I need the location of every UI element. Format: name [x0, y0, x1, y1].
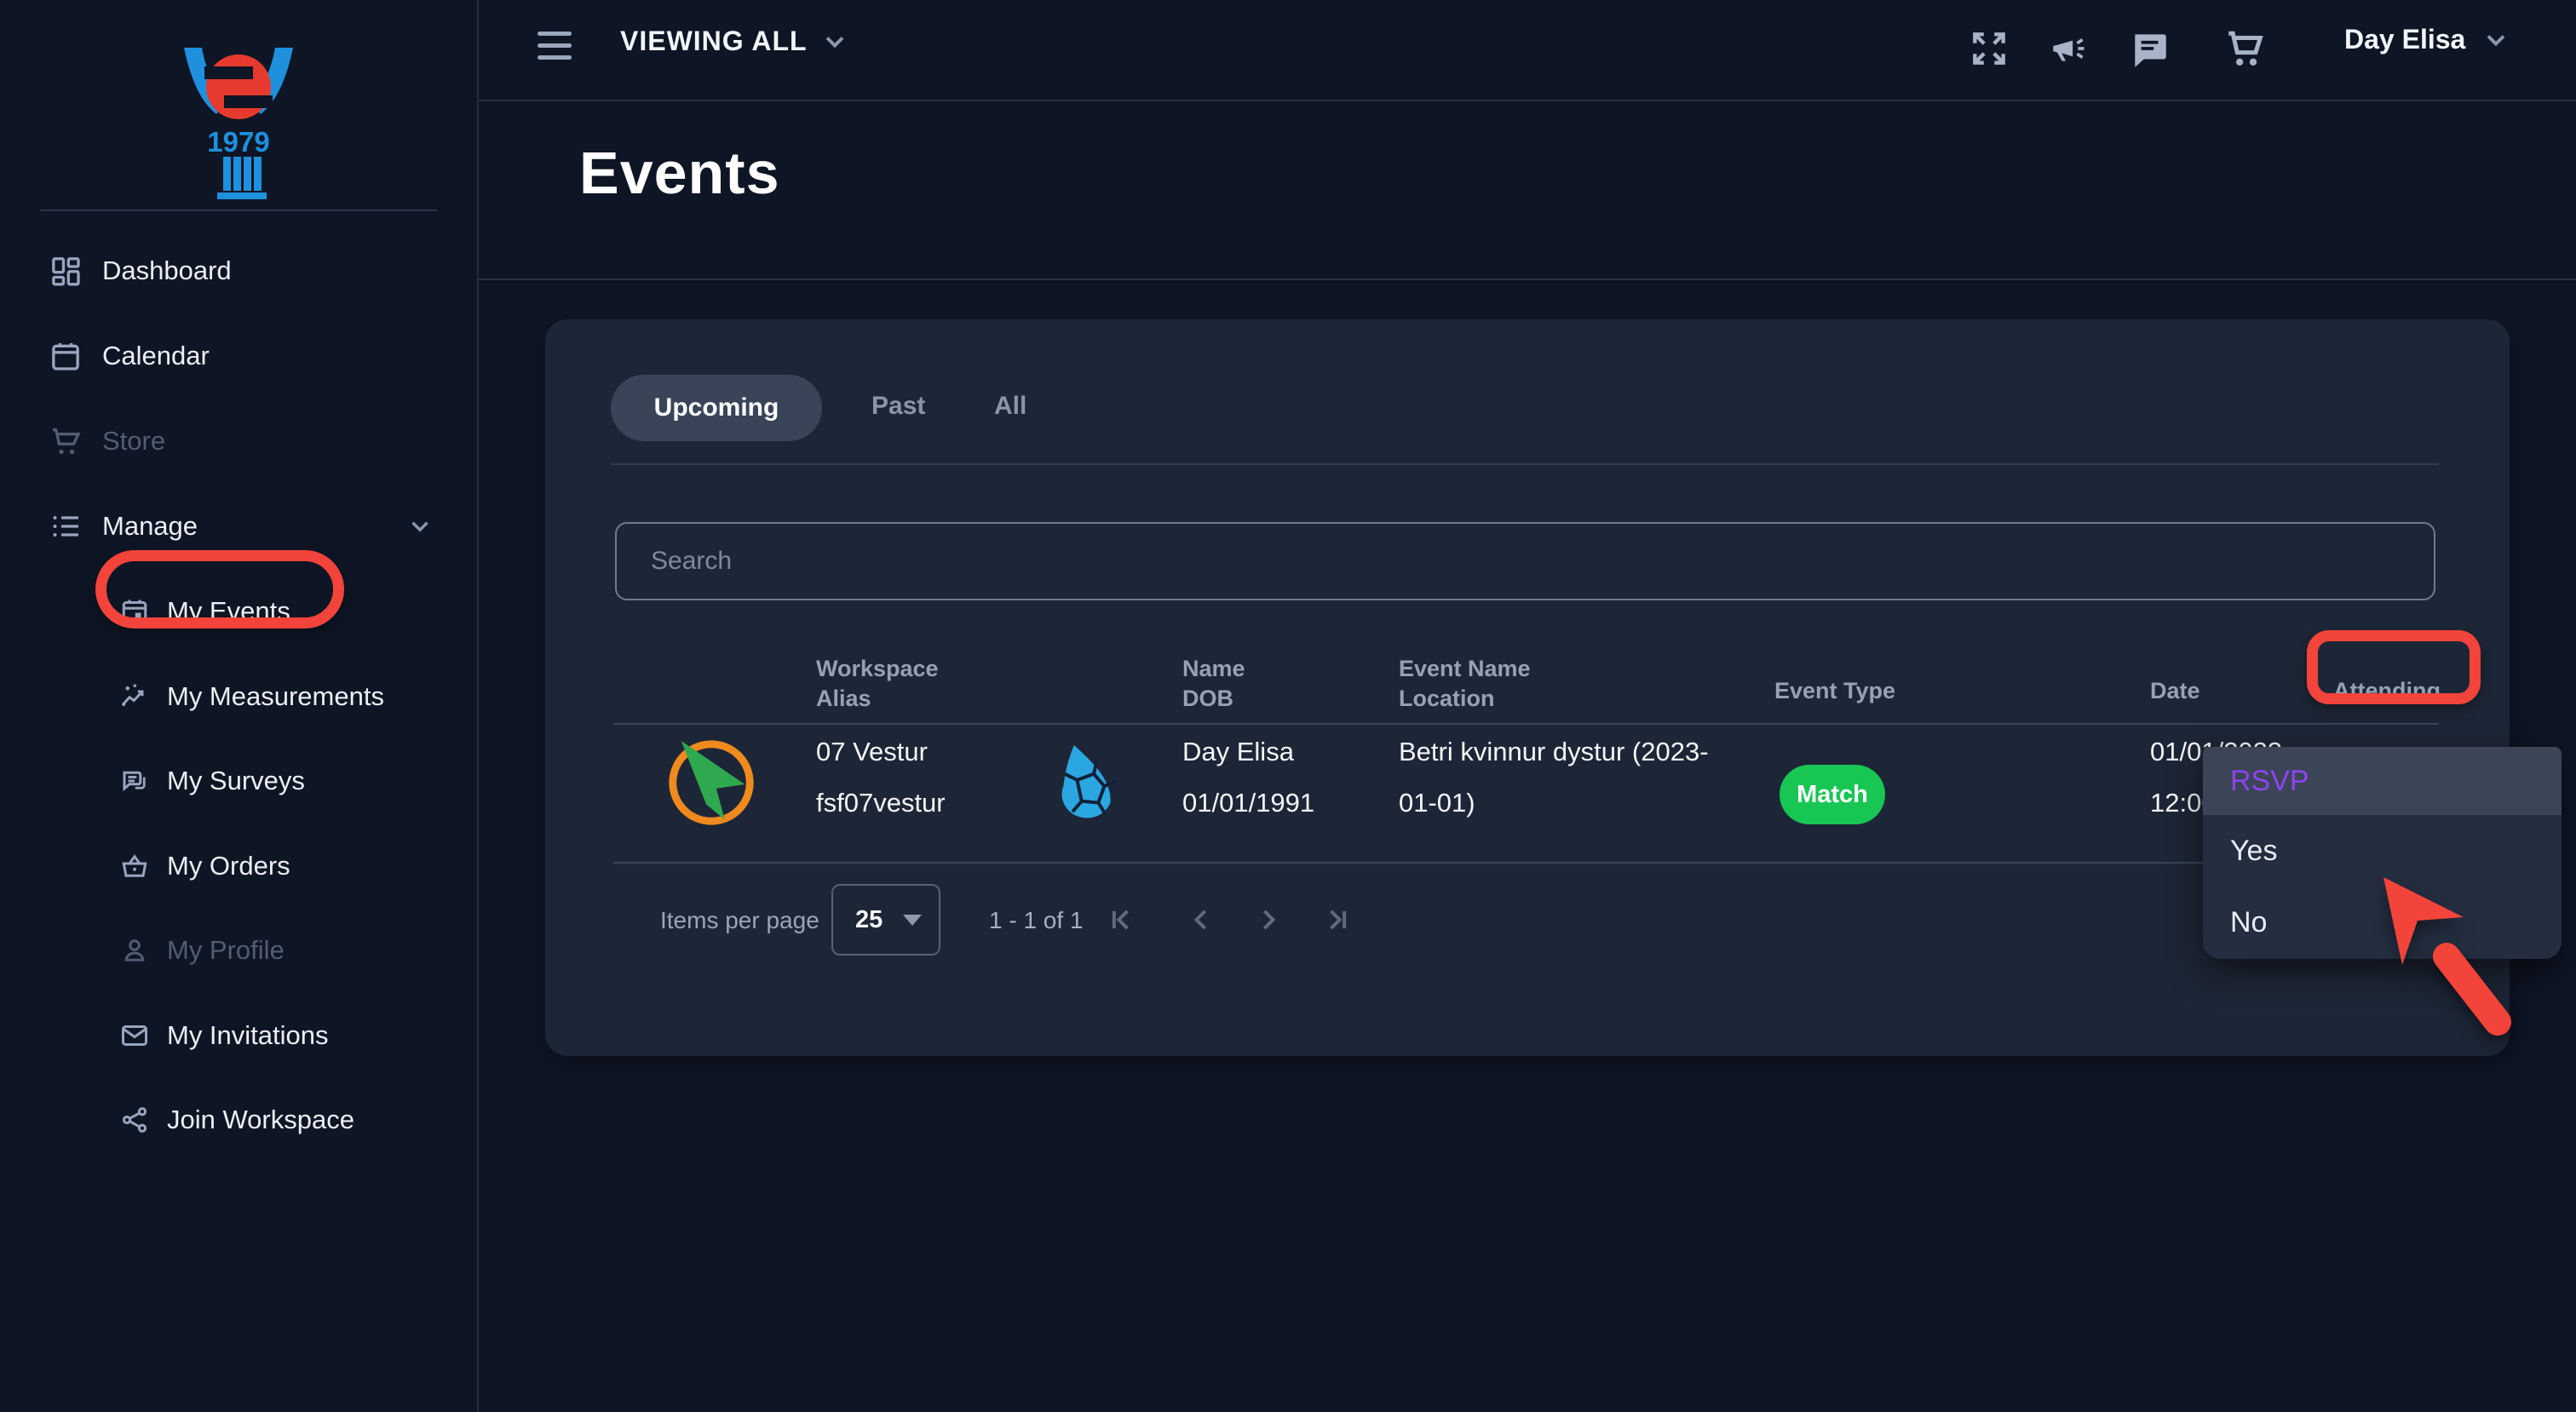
sidebar-item-manage[interactable]: Manage	[0, 496, 477, 557]
basket-icon	[119, 851, 150, 881]
sidebar-item-label: Dashboard	[102, 255, 232, 286]
sidebar-item-label: Manage	[102, 511, 198, 542]
menu-toggle-button[interactable]	[538, 32, 572, 67]
logo-year: 1979	[207, 126, 269, 158]
fullscreen-icon[interactable]	[1968, 27, 2010, 70]
chevron-down-icon	[2481, 25, 2511, 55]
sidebar-item-label: Join Workspace	[167, 1105, 354, 1135]
pagination-range: 1 - 1 of 1	[989, 907, 1084, 934]
page-size-select[interactable]: 25	[831, 884, 940, 956]
column-header-event-type: Event Type	[1774, 661, 1895, 720]
sidebar-item-label: My Measurements	[167, 681, 384, 712]
cell-event-name: Betri kvinnur dystur (2023- 01-01)	[1399, 726, 1709, 829]
person-icon	[119, 935, 150, 966]
column-header-workspace-alias: Workspace Alias	[816, 654, 939, 714]
cell-name-dob: Day Elisa 01/01/1991	[1182, 726, 1314, 829]
chat-icon[interactable]	[2128, 27, 2171, 70]
sidebar-item-label: Calendar	[102, 341, 210, 371]
attending-dropdown-menu: RSVP Yes No	[2203, 747, 2562, 959]
menu-item-no[interactable]: No	[2203, 887, 2562, 958]
items-per-page-label: Items per page	[660, 907, 819, 934]
sidebar-item-label: My Invitations	[167, 1020, 329, 1051]
last-page-button[interactable]	[1318, 901, 1355, 938]
app-screen: 1979 Dashboard Calendar	[0, 0, 2576, 1412]
sidebar-item-dashboard[interactable]: Dashboard	[0, 240, 477, 301]
annotation-rect-attending	[2307, 630, 2481, 704]
sidebar-item-my-surveys[interactable]: My Surveys	[0, 750, 477, 812]
column-header-event-name-location: Event Name Location	[1399, 654, 1531, 714]
chevron-down-icon	[819, 26, 850, 57]
sidebar-item-label: My Surveys	[167, 766, 305, 796]
first-page-button[interactable]	[1103, 901, 1141, 938]
dashboard-icon	[49, 254, 83, 288]
table-header-divider	[613, 723, 2439, 725]
annotation-ring-my-events	[95, 550, 344, 629]
search-input[interactable]	[615, 522, 2435, 600]
sidebar-item-label: Store	[102, 426, 165, 456]
measurements-icon	[119, 681, 150, 712]
sidebar-item-store[interactable]: Store	[0, 410, 477, 472]
sidebar-item-label: My Orders	[167, 851, 290, 881]
page-title: Events	[579, 139, 780, 207]
page-header: Events	[479, 100, 2576, 280]
sidebar-item-my-measurements[interactable]: My Measurements	[0, 666, 477, 727]
tab-all[interactable]: All	[994, 392, 1026, 421]
table-row-divider	[613, 862, 2439, 864]
workspace-logo-07vestur	[661, 732, 762, 833]
fsf-logo: 1979	[179, 43, 298, 204]
tabs-divider	[611, 463, 2439, 465]
sidebar: 1979 Dashboard Calendar	[0, 0, 479, 1412]
calendar-icon	[49, 339, 83, 373]
sidebar-item-calendar[interactable]: Calendar	[0, 325, 477, 387]
page-size-value: 25	[855, 906, 883, 934]
sidebar-item-my-profile[interactable]: My Profile	[0, 920, 477, 981]
sidebar-item-label: My Profile	[167, 935, 285, 966]
select-arrow-icon	[903, 915, 922, 926]
tab-upcoming[interactable]: Upcoming	[611, 375, 822, 441]
sidebar-item-join-workspace[interactable]: Join Workspace	[0, 1089, 477, 1151]
sidebar-divider	[40, 210, 437, 211]
sidebar-item-my-invitations[interactable]: My Invitations	[0, 1005, 477, 1066]
sidebar-item-my-orders[interactable]: My Orders	[0, 835, 477, 897]
tab-past[interactable]: Past	[871, 392, 925, 421]
event-type-badge: Match	[1780, 765, 1885, 824]
next-page-button[interactable]	[1250, 901, 1287, 938]
share-icon	[119, 1105, 150, 1135]
topbar: VIEWING ALL Day Elisa	[479, 0, 2576, 101]
column-header-date: Date	[2150, 661, 2200, 720]
menu-item-yes[interactable]: Yes	[2203, 815, 2562, 887]
chevron-down-icon	[405, 512, 434, 541]
viewing-all-dropdown[interactable]: VIEWING ALL	[620, 26, 850, 57]
menu-item-rsvp[interactable]: RSVP	[2203, 747, 2562, 815]
cart-icon[interactable]	[2223, 27, 2266, 70]
cell-workspace-alias: 07 Vestur fsf07vestur	[816, 726, 946, 829]
user-name: Day Elisa	[2344, 24, 2465, 55]
cart-icon	[49, 424, 83, 458]
previous-page-button[interactable]	[1182, 901, 1220, 938]
mail-icon	[119, 1020, 150, 1051]
column-header-name-dob: Name DOB	[1182, 654, 1245, 714]
announcements-icon[interactable]	[2048, 27, 2090, 70]
list-icon	[49, 509, 83, 543]
surveys-icon	[119, 766, 150, 796]
user-menu[interactable]: Day Elisa	[2344, 24, 2511, 55]
viewing-all-label: VIEWING ALL	[620, 26, 808, 57]
member-avatar-ball-icon	[1053, 738, 1121, 834]
tab-label: Upcoming	[654, 393, 779, 422]
